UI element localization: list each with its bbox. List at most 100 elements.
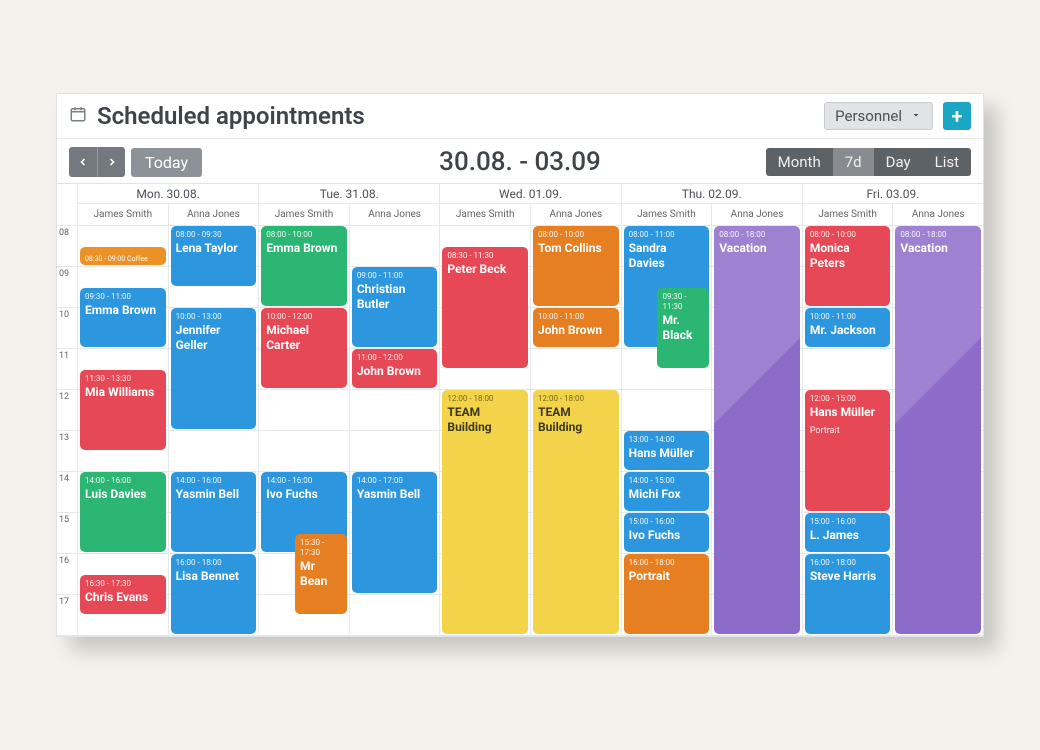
appointment-time: 16:30 - 17:30 xyxy=(85,579,161,589)
appointment-title: Michi Fox xyxy=(629,487,681,501)
appointment-title: Steve Harris xyxy=(810,569,876,583)
personnel-dropdown[interactable]: Personnel xyxy=(824,102,933,130)
time-slot: 10 xyxy=(57,308,77,349)
appointment[interactable]: 12:00 - 18:00TEAM Building xyxy=(442,390,528,634)
appointment[interactable]: 14:00 - 15:00Michi Fox xyxy=(624,472,710,511)
appointment-time: 14:00 - 16:00 xyxy=(266,476,342,486)
time-slot: 13 xyxy=(57,431,77,472)
appointment[interactable]: 08:00 - 18:00Vacation xyxy=(895,226,981,634)
appointment-title: John Brown xyxy=(538,323,602,337)
appointment-title: Mr Bean xyxy=(300,559,327,588)
appointment[interactable]: 08:00 - 09:30Lena Taylor xyxy=(171,226,257,286)
appointment[interactable]: 11:00 - 12:00John Brown xyxy=(352,349,438,388)
schedule-column[interactable]: 08:00 - 10:00Tom Collins10:00 - 11:00Joh… xyxy=(530,226,621,636)
view-7d[interactable]: 7d xyxy=(833,148,874,176)
time-slot: 09 xyxy=(57,267,77,308)
appointment[interactable]: 10:00 - 13:00Jennifer Geller xyxy=(171,308,257,429)
appointment-title: Hans Müller xyxy=(629,446,694,460)
schedule-column[interactable]: 08:00 - 10:00Monica Peters10:00 - 11:00M… xyxy=(803,226,893,636)
appointment[interactable]: 15:00 - 16:00Ivo Fuchs xyxy=(624,513,710,552)
person-header: James Smith xyxy=(622,204,712,225)
appointment-time: 08:00 - 11:00 xyxy=(629,230,705,240)
schedule-column[interactable]: 08:30 - 11:30Peter Beck 12:00 - 18:00TEAM… xyxy=(440,226,530,636)
prev-button[interactable] xyxy=(69,147,97,177)
appointment[interactable]: 13:00 - 14:00Hans Müller xyxy=(624,431,710,470)
person-header: James Smith xyxy=(440,204,530,225)
time-slot: 14 xyxy=(57,472,77,513)
next-button[interactable] xyxy=(97,147,125,177)
schedule-column[interactable]: 08:00 - 10:00Emma Brown10:00 - 12:00Mich… xyxy=(259,226,349,636)
schedule-column[interactable]: 08:00 - 18:00Vacation xyxy=(892,226,983,636)
appointment-title: Ivo Fuchs xyxy=(629,528,681,542)
schedule-column[interactable]: 08:00 - 11:00Sandra Davies 09:30 - 11:30M… xyxy=(622,226,712,636)
day-header: Thu. 02.09. xyxy=(622,184,802,204)
appointment-title: Yasmin Bell xyxy=(176,487,239,501)
appointment-title: Hans Müller xyxy=(810,405,875,419)
schedule-column[interactable]: 08:30 - 09:00 Coffee 09:30 - 11:00Emma Br… xyxy=(78,226,168,636)
appointment-title: TEAM Building xyxy=(447,405,491,434)
person-header: Anna Jones xyxy=(349,204,440,225)
appointment-time: 14:00 - 17:00 xyxy=(357,476,433,486)
appointment[interactable]: 08:30 - 09:00 Coffee xyxy=(80,247,166,266)
time-slot: 12 xyxy=(57,390,77,431)
appointment[interactable]: 16:30 - 17:30Chris Evans xyxy=(80,575,166,614)
appointment-title: Luis Davies xyxy=(85,487,146,501)
appointment-title: Monica Peters xyxy=(810,241,850,270)
schedule-column[interactable]: 08:00 - 18:00Vacation xyxy=(711,226,802,636)
appointment-time: 15:30 - 17:30 xyxy=(300,538,342,558)
appointment-title: Tom Collins xyxy=(538,241,602,255)
add-button[interactable]: + xyxy=(943,102,971,130)
appointment[interactable]: 09:00 - 11:00Christian Butler xyxy=(352,267,438,347)
appointment-time: 11:30 - 13:30 xyxy=(85,374,161,384)
appointment[interactable]: 08:00 - 10:00Monica Peters xyxy=(805,226,891,306)
appointment-time: 10:00 - 12:00 xyxy=(266,312,342,322)
appointment[interactable]: 08:00 - 10:00Tom Collins xyxy=(533,226,619,306)
view-day[interactable]: Day xyxy=(874,148,923,176)
appointment[interactable]: 15:30 - 17:30Mr Bean xyxy=(295,534,347,614)
appointment[interactable]: 16:00 - 18:00Portrait xyxy=(624,554,710,634)
chevron-down-icon xyxy=(910,107,922,125)
appointment[interactable]: 14:00 - 17:00Yasmin Bell xyxy=(352,472,438,593)
appointment-title: L. James xyxy=(810,528,859,542)
person-header: James Smith xyxy=(803,204,893,225)
appointment-title: Coffee xyxy=(125,255,148,263)
appointment-time: 13:00 - 14:00 xyxy=(629,435,705,445)
calendar-icon xyxy=(69,105,87,127)
schedule-column[interactable]: 09:00 - 11:00Christian Butler11:00 - 12:… xyxy=(349,226,440,636)
appointment[interactable]: 08:00 - 18:00Vacation xyxy=(714,226,800,634)
appointment[interactable]: 16:00 - 18:00Steve Harris xyxy=(805,554,891,634)
appointment[interactable]: 08:30 - 11:30Peter Beck xyxy=(442,247,528,368)
appointment-time: 16:00 - 18:00 xyxy=(629,558,705,568)
appointment[interactable]: 08:00 - 10:00Emma Brown xyxy=(261,226,347,306)
appointment-title: Emma Brown xyxy=(85,303,156,317)
person-header: Anna Jones xyxy=(711,204,802,225)
appointment[interactable]: 10:00 - 11:00Mr. Jackson xyxy=(805,308,891,347)
appointment[interactable]: 12:00 - 15:00Hans MüllerPortrait xyxy=(805,390,891,511)
person-header: James Smith xyxy=(259,204,349,225)
appointment[interactable]: 12:00 - 18:00TEAM Building xyxy=(533,390,619,634)
personnel-label: Personnel xyxy=(835,107,902,125)
appointment[interactable]: 09:30 - 11:00Emma Brown xyxy=(80,288,166,348)
view-month[interactable]: Month xyxy=(766,148,833,176)
appointment[interactable]: 10:00 - 12:00Michael Carter xyxy=(261,308,347,388)
appointment-time: 12:00 - 15:00 xyxy=(810,394,886,404)
schedule-column[interactable]: 08:00 - 09:30Lena Taylor 10:00 - 13:00Jen… xyxy=(168,226,259,636)
view-list[interactable]: List xyxy=(923,148,971,176)
appointment[interactable]: 10:00 - 11:00John Brown xyxy=(533,308,619,347)
appointment[interactable]: 09:30 - 11:30Mr. Black xyxy=(657,288,709,368)
appointment-title: Ivo Fuchs xyxy=(266,487,318,501)
appointment-title: Sandra Davies xyxy=(629,241,667,270)
appointment[interactable]: 15:00 - 16:00L. James xyxy=(805,513,891,552)
appointment-time: 10:00 - 11:00 xyxy=(810,312,886,322)
time-slot: 15 xyxy=(57,513,77,554)
appointment[interactable]: 16:00 - 18:00Lisa Bennet xyxy=(171,554,257,634)
appointment-title: Michael Carter xyxy=(266,323,309,352)
appointment-title: Vacation xyxy=(719,241,766,255)
appointment-time: 08:00 - 10:00 xyxy=(810,230,886,240)
appointment-time: 09:00 - 11:00 xyxy=(357,271,433,281)
appointment[interactable]: 14:00 - 16:00Yasmin Bell xyxy=(171,472,257,552)
today-button[interactable]: Today xyxy=(131,148,202,177)
appointment[interactable]: 14:00 - 16:00Luis Davies xyxy=(80,472,166,552)
person-header: Anna Jones xyxy=(168,204,259,225)
appointment[interactable]: 11:30 - 13:30Mia Williams xyxy=(80,370,166,450)
